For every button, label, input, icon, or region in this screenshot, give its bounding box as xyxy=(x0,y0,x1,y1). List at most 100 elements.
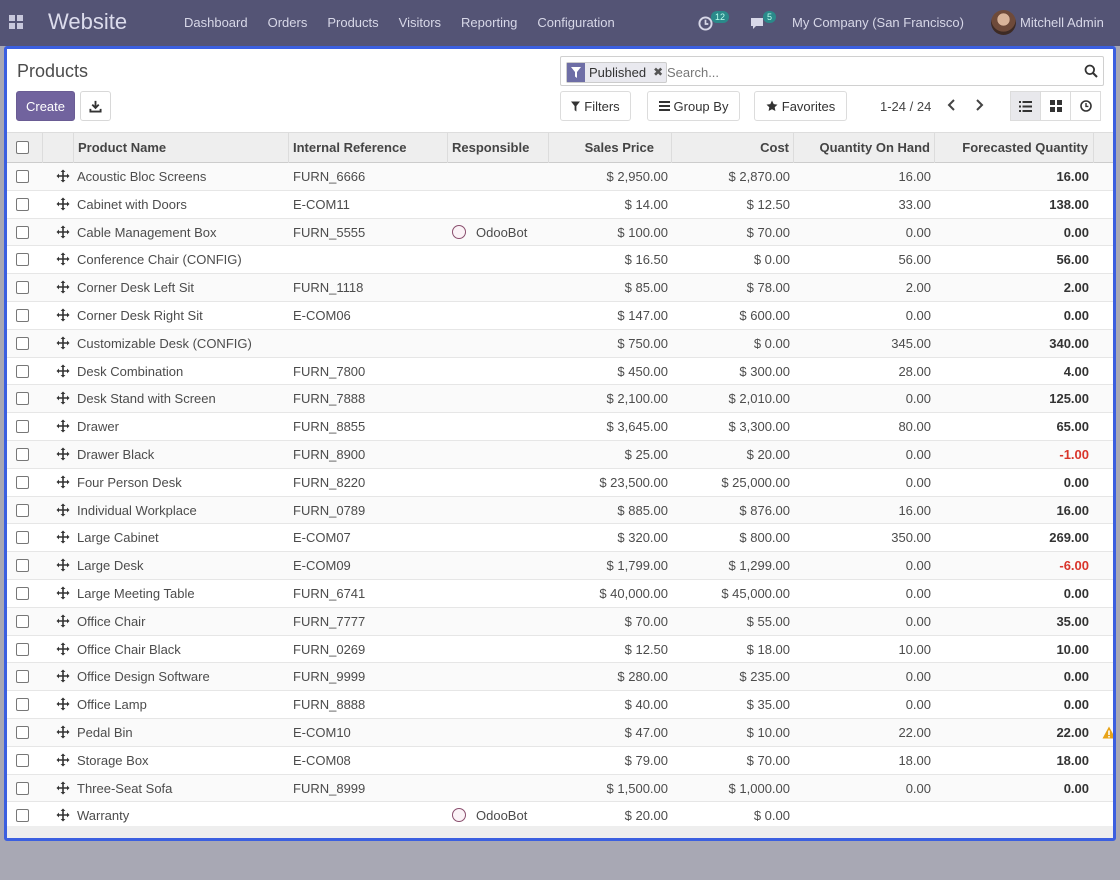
table-row[interactable]: Office Lamp FURN_8888 $ 40.00 $ 35.00 0.00 0.… xyxy=(7,691,1113,719)
drag-handle-icon[interactable] xyxy=(56,280,70,297)
table-row[interactable]: Office Chair FURN_7777 $ 70.00 $ 55.00 0.00 3… xyxy=(7,607,1113,636)
warning-icon[interactable] xyxy=(1102,726,1113,742)
drag-handle-icon[interactable] xyxy=(56,697,70,714)
row-checkbox[interactable] xyxy=(16,308,29,322)
header-sales-price[interactable]: Sales Price xyxy=(549,133,672,163)
row-checkbox[interactable] xyxy=(16,781,29,795)
row-checkbox[interactable] xyxy=(16,809,29,823)
table-row[interactable]: Corner Desk Right Sit E-COM06 $ 147.00 $ 60… xyxy=(7,302,1113,330)
menu-products[interactable]: Products xyxy=(327,15,378,30)
menu-dashboard[interactable]: Dashboard xyxy=(184,15,248,30)
table-row[interactable]: Customizable Desk (CONFIG) $ 750.00 $ 0.00… xyxy=(7,329,1113,358)
header-cost[interactable]: Cost xyxy=(672,133,794,163)
drag-handle-icon[interactable] xyxy=(56,781,70,798)
kanban-view-button[interactable] xyxy=(1040,91,1071,121)
drag-handle-icon[interactable] xyxy=(56,447,70,464)
search-input[interactable] xyxy=(667,63,1067,81)
row-checkbox[interactable] xyxy=(16,698,29,712)
messages-button[interactable]: 5 xyxy=(749,0,777,46)
drag-handle-icon[interactable] xyxy=(56,753,70,770)
table-row[interactable]: Large Meeting Table FURN_6741 $ 40,000.00 $… xyxy=(7,580,1113,608)
drag-handle-icon[interactable] xyxy=(56,614,70,631)
row-checkbox[interactable] xyxy=(16,642,29,656)
drag-handle-icon[interactable] xyxy=(56,252,70,269)
drag-handle-icon[interactable] xyxy=(56,586,70,603)
table-row[interactable]: Corner Desk Left Sit FURN_1118 $ 85.00 $ 78… xyxy=(7,274,1113,302)
table-row[interactable]: Office Design Software FURN_9999 $ 280.00 $… xyxy=(7,663,1113,692)
chevron-right-icon[interactable] xyxy=(974,99,984,114)
table-row[interactable]: Cable Management Box FURN_5555 OdooBot $ 10… xyxy=(7,218,1113,247)
table-row[interactable]: Storage Box E-COM08 $ 79.00 $ 70.00 18.00 18.… xyxy=(7,747,1113,775)
table-row[interactable]: Pedal Bin E-COM10 $ 47.00 $ 10.00 22.00 22.00 xyxy=(7,718,1113,747)
row-checkbox[interactable] xyxy=(16,614,29,628)
drag-handle-icon[interactable] xyxy=(56,308,70,325)
drag-handle-icon[interactable] xyxy=(56,808,70,825)
user-menu[interactable]: Mitchell Admin xyxy=(1020,15,1104,30)
row-checkbox[interactable] xyxy=(16,281,29,295)
row-checkbox[interactable] xyxy=(16,336,29,350)
row-checkbox[interactable] xyxy=(16,725,29,739)
header-product-name[interactable]: Product Name xyxy=(74,133,289,163)
row-checkbox[interactable] xyxy=(16,392,29,406)
row-checkbox[interactable] xyxy=(16,753,29,767)
activity-button[interactable]: 12 xyxy=(698,0,730,46)
row-checkbox[interactable] xyxy=(16,447,29,461)
row-checkbox[interactable] xyxy=(16,475,29,489)
table-row[interactable]: Large Cabinet E-COM07 $ 320.00 $ 800.00 350.… xyxy=(7,524,1113,553)
remove-facet-icon[interactable]: ✖ xyxy=(650,63,666,82)
row-checkbox[interactable] xyxy=(16,364,29,378)
drag-handle-icon[interactable] xyxy=(56,197,70,214)
table-row[interactable]: Acoustic Bloc Screens FURN_6666 $ 2,950.00… xyxy=(7,163,1113,191)
drag-handle-icon[interactable] xyxy=(56,475,70,492)
activity-view-button[interactable] xyxy=(1070,91,1101,121)
group-by-button[interactable]: Group By xyxy=(647,91,740,121)
row-checkbox[interactable] xyxy=(16,225,29,239)
row-checkbox[interactable] xyxy=(16,503,29,517)
drag-handle-icon[interactable] xyxy=(56,530,70,547)
apps-menu-icon[interactable] xyxy=(9,15,23,29)
favorites-button[interactable]: Favorites xyxy=(754,91,847,121)
drag-handle-icon[interactable] xyxy=(56,503,70,520)
table-row[interactable]: Desk Combination FURN_7800 $ 450.00 $ 300.0… xyxy=(7,358,1113,386)
filter-facet[interactable]: Published ✖ xyxy=(566,62,668,83)
drag-handle-icon[interactable] xyxy=(56,336,70,353)
table-row[interactable]: Drawer Black FURN_8900 $ 25.00 $ 20.00 0.00 -… xyxy=(7,440,1113,469)
row-checkbox[interactable] xyxy=(16,420,29,434)
row-checkbox[interactable] xyxy=(16,531,29,545)
menu-reporting[interactable]: Reporting xyxy=(461,15,517,30)
create-button[interactable]: Create xyxy=(16,91,75,121)
pager-value[interactable]: 1-24 / 24 xyxy=(880,99,931,114)
header-internal-reference[interactable]: Internal Reference xyxy=(289,133,448,163)
table-row[interactable]: Three-Seat Sofa FURN_8999 $ 1,500.00 $ 1,00… xyxy=(7,774,1113,803)
header-responsible[interactable]: Responsible xyxy=(448,133,549,163)
header-forecasted-quantity[interactable]: Forecasted Quantity xyxy=(935,133,1094,163)
table-row[interactable]: Cabinet with Doors E-COM11 $ 14.00 $ 12.50 3… xyxy=(7,191,1113,219)
table-row[interactable]: Large Desk E-COM09 $ 1,799.00 $ 1,299.00 0.0… xyxy=(7,552,1113,580)
drag-handle-icon[interactable] xyxy=(56,225,70,242)
drag-handle-icon[interactable] xyxy=(56,169,70,186)
select-all-checkbox[interactable] xyxy=(16,141,29,154)
table-row[interactable]: Drawer FURN_8855 $ 3,645.00 $ 3,300.00 80.00… xyxy=(7,413,1113,441)
row-checkbox[interactable] xyxy=(16,586,29,600)
chevron-left-icon[interactable] xyxy=(947,99,957,114)
row-checkbox[interactable] xyxy=(16,170,29,183)
drag-handle-icon[interactable] xyxy=(56,725,70,742)
drag-handle-icon[interactable] xyxy=(56,642,70,659)
list-view-button[interactable] xyxy=(1010,91,1041,121)
table-row[interactable]: Four Person Desk FURN_8220 $ 23,500.00 $ 25… xyxy=(7,469,1113,497)
table-row[interactable]: Office Chair Black FURN_0269 $ 12.50 $ 18.0… xyxy=(7,636,1113,664)
row-checkbox[interactable] xyxy=(16,253,29,267)
row-checkbox[interactable] xyxy=(16,559,29,573)
company-switcher[interactable]: My Company (San Francisco) xyxy=(792,15,964,30)
drag-handle-icon[interactable] xyxy=(56,419,70,436)
table-row[interactable]: Desk Stand with Screen FURN_7888 $ 2,100.0… xyxy=(7,385,1113,414)
export-button[interactable] xyxy=(80,91,111,121)
row-checkbox[interactable] xyxy=(16,670,29,684)
app-title[interactable]: Website xyxy=(48,9,127,35)
header-quantity-on-hand[interactable]: Quantity On Hand xyxy=(794,133,935,163)
user-avatar[interactable] xyxy=(991,10,1016,35)
menu-configuration[interactable]: Configuration xyxy=(537,15,614,30)
drag-handle-icon[interactable] xyxy=(56,558,70,575)
drag-handle-icon[interactable] xyxy=(56,669,70,686)
drag-handle-icon[interactable] xyxy=(56,391,70,408)
